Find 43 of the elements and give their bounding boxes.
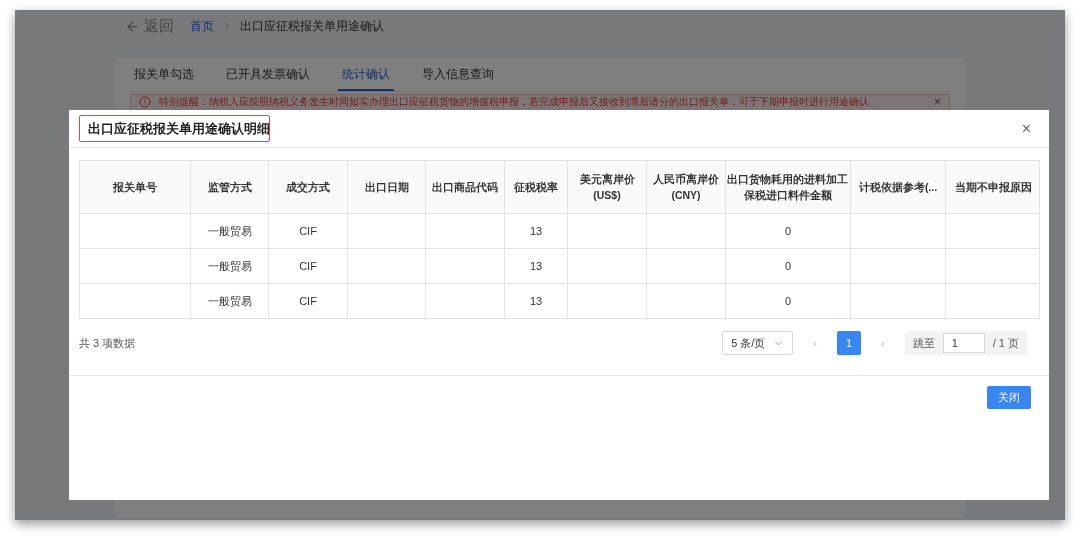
table-cell-text: 一般贸易 [207, 258, 252, 274]
notice-text: 特别提醒：纳税人应按照纳税义务发生时间如实办理出口应征税货物的增值税申报，若完成申报后又接收到滞后请分的出口报关单，可于下期申报时进行用途确认 [159, 96, 869, 108]
column-header: 监管方式 [191, 161, 269, 213]
page-count: / 1 页 [991, 335, 1020, 351]
prev-page-button[interactable]: ‹ [805, 334, 826, 352]
jump-label: 跳至 [911, 335, 936, 351]
table-cell-text: 一般贸易 [207, 293, 252, 309]
total-count: 共 3 项数据 [79, 335, 136, 351]
column-header: 美元离岸价 (US$) [568, 161, 647, 213]
close-button[interactable]: 关闭 [987, 386, 1031, 409]
chevron-right-icon [222, 21, 232, 31]
table-cell-text: CIF [299, 223, 317, 239]
tab[interactable]: 已开具发票确认 [222, 58, 314, 91]
page-size-select[interactable]: 5 条/页 [722, 331, 794, 355]
table-cell-text: CIF [299, 293, 317, 309]
close-icon[interactable]: × [934, 96, 941, 110]
breadcrumb-item: 出口应征税报关单用途确认 [240, 18, 384, 35]
tab[interactable]: 统计确认 [338, 58, 394, 91]
column-header: 人民币离岸价 (CNY) [647, 161, 726, 213]
column-header: 成交方式 [269, 161, 348, 213]
table-cell-text: 0 [784, 293, 792, 309]
column-header: 出口商品代码 [426, 161, 505, 213]
table-cell-text: 13 [529, 293, 543, 309]
tab[interactable]: 导入信息查询 [418, 58, 498, 91]
column-header: 计税依据参考(... [851, 161, 946, 213]
table-cell-text: 一般贸易 [207, 223, 252, 239]
column-header: 征税税率 [505, 161, 568, 213]
column-header: 报关单号 [80, 161, 191, 213]
table-cell-text: 0 [784, 258, 792, 274]
column-header: 当期不申报原因 [954, 180, 1033, 195]
page-button[interactable]: 1 [837, 331, 862, 355]
warning-icon [139, 96, 151, 108]
breadcrumb-item[interactable]: 首页 [190, 17, 214, 35]
table-cell-text: 13 [529, 258, 543, 274]
table-cell-text: 13 [529, 223, 543, 239]
table-cell-text: 0 [784, 223, 792, 239]
table-cell-text: CIF [299, 258, 317, 274]
dialog-title: 出口应征税报关单用途确认明细 [79, 114, 270, 143]
tab[interactable]: 报关单勾选 [130, 58, 198, 91]
next-page-button[interactable]: › [873, 334, 893, 352]
column-header: 出口货物耗用的进料加工保税进口料件金额 [726, 161, 851, 213]
page-input[interactable]: 1 [942, 333, 985, 353]
column-header: 出口日期 [348, 161, 426, 213]
